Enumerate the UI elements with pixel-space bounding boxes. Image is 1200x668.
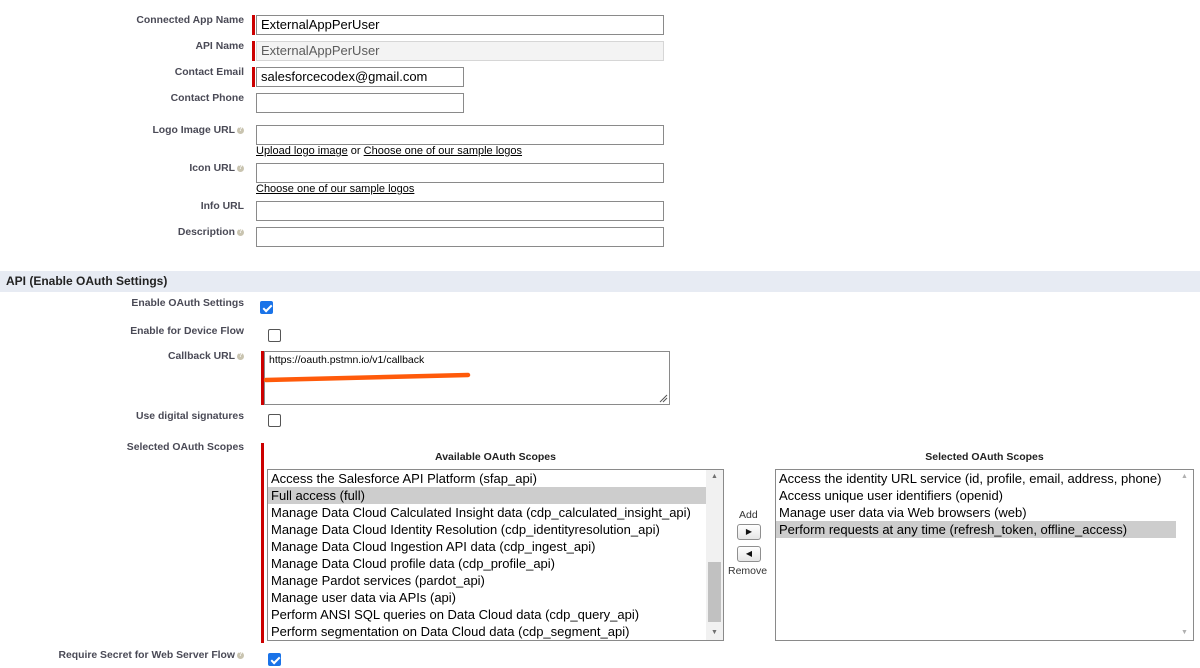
api-section-header: API (Enable OAuth Settings) <box>0 271 1200 292</box>
selected-scopes-label: Selected OAuth Scopes <box>126 442 244 453</box>
available-scope-option[interactable]: Access the Salesforce API Platform (sfap… <box>268 470 723 487</box>
scroll-up-icon[interactable]: ▲ <box>706 470 723 484</box>
connected-app-name-input[interactable]: ExternalAppPerUser <box>256 15 664 35</box>
available-scope-option[interactable]: Full access (full) <box>268 487 723 504</box>
sample-logos-link[interactable]: Choose one of our sample logos <box>364 145 522 157</box>
callback-url-value: https://oauth.pstmn.io/v1/callback <box>269 354 425 366</box>
contact-phone-input[interactable] <box>256 93 464 113</box>
require-secret-checkbox[interactable] <box>268 653 281 666</box>
add-scope-button[interactable]: ▶ <box>737 524 761 540</box>
scroll-up-icon[interactable]: ▲ <box>1176 470 1193 484</box>
logo-image-url-input[interactable] <box>256 125 664 145</box>
enable-oauth-label: Enable OAuth Settings <box>131 298 244 309</box>
logo-links: Upload logo image or Choose one of our s… <box>256 145 522 157</box>
right-arrow-icon: ▶ <box>745 527 753 536</box>
selected-scope-option[interactable]: Access unique user identifiers (openid) <box>776 487 1193 504</box>
available-scopes-list[interactable]: Access the Salesforce API Platform (sfap… <box>267 469 724 641</box>
scroll-down-icon[interactable]: ▼ <box>1176 626 1193 640</box>
selected-scope-option[interactable]: Manage user data via Web browsers (web) <box>776 504 1193 521</box>
device-flow-checkbox[interactable] <box>268 329 281 342</box>
available-scope-option[interactable]: Manage Data Cloud Calculated Insight dat… <box>268 504 723 521</box>
selected-scopes-scrollbar[interactable]: ▲ ▼ <box>1176 470 1193 640</box>
available-scope-option[interactable]: Manage Data Cloud profile data (cdp_prof… <box>268 555 723 572</box>
contact-phone-label: Contact Phone <box>170 93 244 104</box>
selected-scopes-header: Selected OAuth Scopes <box>925 451 1044 463</box>
available-scopes-header: Available OAuth Scopes <box>435 451 556 463</box>
enable-oauth-checkbox[interactable] <box>260 301 273 314</box>
connected-app-name-label: Connected App Name <box>136 15 244 26</box>
description-input[interactable] <box>256 227 664 247</box>
help-icon[interactable]: ? <box>237 352 244 360</box>
info-url-label: Info URL <box>200 201 244 212</box>
available-scope-option[interactable]: Manage user data via APIs (api) <box>268 589 723 606</box>
selected-scope-option[interactable]: Perform requests at any time (refresh_to… <box>776 521 1193 538</box>
available-scope-option[interactable]: Perform ANSI SQL queries on Data Cloud d… <box>268 606 723 623</box>
api-name-input[interactable]: ExternalAppPerUser <box>256 41 664 61</box>
info-url-input[interactable] <box>256 201 664 221</box>
required-indicator <box>252 67 255 87</box>
add-label: Add <box>739 509 758 521</box>
required-indicator <box>252 15 255 35</box>
remove-label: Remove <box>728 565 768 577</box>
help-icon[interactable]: ? <box>237 651 244 659</box>
scroll-down-icon[interactable]: ▼ <box>706 626 723 640</box>
api-name-label: API Name <box>195 41 244 52</box>
selected-scope-option[interactable]: Access the identity URL service (id, pro… <box>776 470 1193 487</box>
contact-email-label: Contact Email <box>174 67 244 78</box>
orange-underline-annotation <box>263 372 471 383</box>
icon-url-label: Icon URL? <box>189 163 244 174</box>
required-indicator <box>261 443 264 643</box>
help-icon[interactable]: ? <box>237 228 244 236</box>
contact-email-input[interactable]: salesforcecodex@gmail.com <box>256 67 464 87</box>
callback-url-label: Callback URL? <box>168 351 244 362</box>
device-flow-label: Enable for Device Flow <box>130 326 244 337</box>
available-scopes-scrollbar[interactable]: ▲ ▼ <box>706 470 723 640</box>
or-text: or <box>350 145 361 157</box>
digital-signatures-label: Use digital signatures <box>136 411 244 422</box>
digital-signatures-checkbox[interactable] <box>268 414 281 427</box>
scrollbar-thumb[interactable] <box>708 562 721 622</box>
remove-scope-button[interactable]: ◀ <box>737 546 761 562</box>
selected-scopes-list[interactable]: Access the identity URL service (id, pro… <box>775 469 1194 641</box>
icon-sample-logos-link[interactable]: Choose one of our sample logos <box>256 183 414 195</box>
require-secret-label: Require Secret for Web Server Flow? <box>58 650 244 661</box>
logo-image-url-label: Logo Image URL? <box>152 125 244 136</box>
upload-logo-link[interactable]: Upload logo image <box>256 145 348 157</box>
required-indicator <box>252 41 255 61</box>
available-scope-option[interactable]: Manage Pardot services (pardot_api) <box>268 572 723 589</box>
resize-handle-icon[interactable] <box>659 394 668 403</box>
icon-url-input[interactable] <box>256 163 664 183</box>
available-scope-option[interactable]: Manage Data Cloud Ingestion API data (cd… <box>268 538 723 555</box>
available-scope-option[interactable]: Manage Data Cloud Identity Resolution (c… <box>268 521 723 538</box>
available-scope-option[interactable]: Perform segmentation on Data Cloud data … <box>268 623 723 640</box>
help-icon[interactable]: ? <box>237 164 244 172</box>
description-label: Description? <box>177 227 244 238</box>
left-arrow-icon: ◀ <box>745 549 753 558</box>
help-icon[interactable]: ? <box>237 126 244 134</box>
